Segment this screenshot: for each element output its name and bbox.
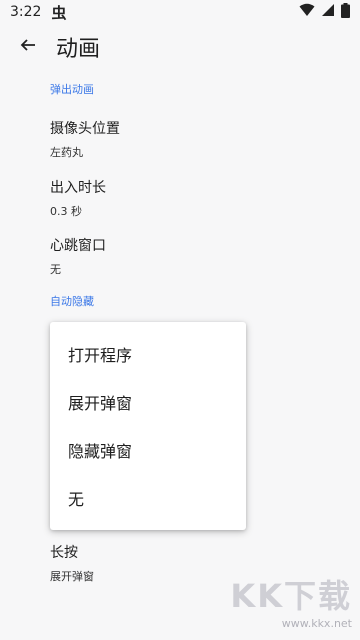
back-button[interactable]	[0, 24, 56, 70]
menu-item-open-program[interactable]: 打开程序	[50, 330, 246, 378]
pref-title: 心跳窗口	[50, 238, 106, 254]
wifi-icon	[299, 3, 315, 21]
pref-duration[interactable]: 出入时长 0.3 秒	[50, 177, 330, 219]
section-header-auto-hide: 自动隐藏	[50, 295, 94, 308]
menu-item-hide-popup[interactable]: 隐藏弹窗	[50, 426, 246, 474]
pref-title: 出入时长	[50, 180, 106, 196]
pref-summary: 左药丸	[50, 146, 83, 159]
app-bar: 动画	[0, 24, 360, 70]
menu-item-none[interactable]: 无	[50, 474, 246, 522]
pref-summary: 0.3 秒	[50, 205, 82, 218]
status-bar: 3:22 虫	[0, 0, 360, 24]
watermark-url: www.kkx.net	[281, 617, 352, 630]
pref-title: 长按	[50, 545, 78, 561]
section-header-popup-animation: 弹出动画	[50, 83, 94, 96]
page-title: 动画	[56, 37, 101, 62]
status-left: 3:22 虫	[0, 2, 66, 23]
options-popup-menu: 打开程序 展开弹窗 隐藏弹窗 无	[50, 322, 246, 530]
watermark-logo: KK下载	[230, 577, 352, 615]
pref-title: 摄像头位置	[50, 121, 120, 137]
menu-item-expand-popup[interactable]: 展开弹窗	[50, 378, 246, 426]
pref-summary: 无	[50, 263, 61, 276]
arrow-back-icon	[20, 37, 36, 57]
status-right	[299, 2, 360, 22]
pref-camera-position[interactable]: 摄像头位置 左药丸	[50, 118, 330, 160]
app-notification-icon: 虫	[51, 3, 67, 22]
pref-heartbeat-window[interactable]: 心跳窗口 无	[50, 235, 330, 277]
watermark: KK下载 www.kkx.net	[230, 571, 352, 630]
cell-signal-icon	[321, 3, 335, 21]
battery-icon	[341, 2, 350, 22]
status-time: 3:22	[10, 4, 42, 20]
